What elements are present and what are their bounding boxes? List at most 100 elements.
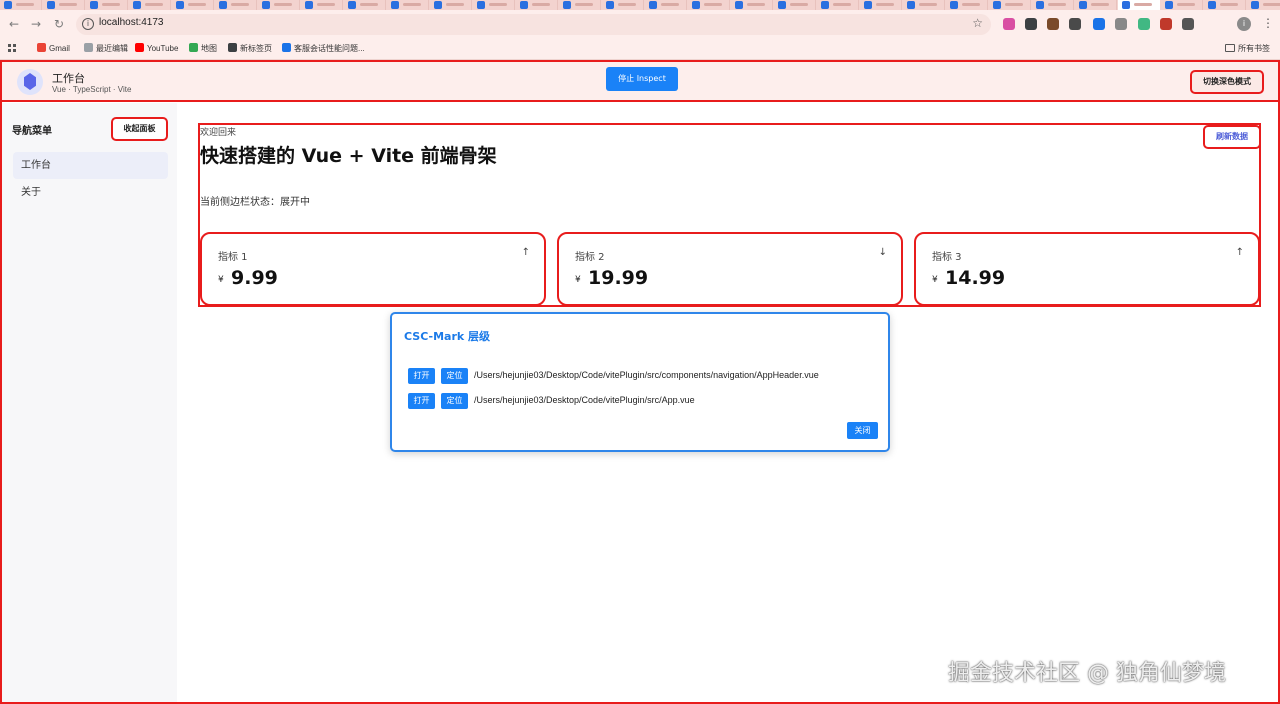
apps-grid-icon[interactable] [8, 44, 17, 53]
extension-icon[interactable] [1160, 18, 1172, 30]
collapse-panel-button[interactable]: 收起面板 [111, 117, 168, 141]
tab-favicon-icon [133, 1, 141, 9]
browser-tab[interactable] [129, 0, 171, 10]
tab-title-placeholder [919, 3, 937, 6]
site-info-icon[interactable]: i [82, 18, 94, 30]
extension-icon[interactable] [1182, 18, 1194, 30]
bookmark-item[interactable]: YouTube [135, 42, 178, 56]
arrow-down-icon: ↓ [878, 247, 887, 258]
extension-icon[interactable] [1069, 18, 1081, 30]
extension-icon[interactable] [1115, 18, 1127, 30]
tab-title-placeholder [962, 3, 980, 6]
browser-tab[interactable] [817, 0, 859, 10]
list-item: 打开 定位 /Users/hejunjie03/Desktop/Code/vit… [408, 393, 878, 409]
browser-tab[interactable] [258, 0, 300, 10]
tab-title-placeholder [403, 3, 421, 6]
csc-mark-dialog: CSC-Mark 层级 打开 定位 /Users/hejunjie03/Desk… [390, 312, 890, 452]
stop-inspect-button[interactable]: 停止 Inspect [606, 67, 678, 91]
bookmark-item[interactable]: 地图 [189, 42, 217, 56]
metric-label: 指标 2 [575, 252, 605, 263]
browser-tab[interactable] [645, 0, 687, 10]
toggle-dark-mode-button[interactable]: 切换深色模式 [1190, 70, 1264, 94]
browser-tab[interactable] [301, 0, 343, 10]
reload-icon[interactable]: ↻ [50, 15, 68, 33]
address-url[interactable]: localhost:4173 [99, 17, 164, 28]
tab-favicon-icon [348, 1, 356, 9]
tab-title-placeholder [317, 3, 335, 6]
tab-favicon-icon [1165, 1, 1173, 9]
tab-favicon-icon [434, 1, 442, 9]
bookmark-label: Gmail [49, 44, 70, 53]
browser-tab[interactable] [688, 0, 730, 10]
browser-tab[interactable] [1032, 0, 1074, 10]
forward-icon[interactable]: → [27, 15, 45, 33]
bookmark-favicon-icon [84, 43, 93, 52]
browser-tab[interactable] [1161, 0, 1203, 10]
browser-tab[interactable] [774, 0, 816, 10]
all-bookmarks-button[interactable]: 所有书签 [1225, 42, 1270, 56]
browser-tab[interactable] [1204, 0, 1246, 10]
browser-tab[interactable] [43, 0, 85, 10]
back-icon[interactable]: ← [5, 15, 23, 33]
tab-title-placeholder [59, 3, 77, 6]
browser-tab[interactable] [731, 0, 773, 10]
browser-tab[interactable] [387, 0, 429, 10]
bookmark-item[interactable]: 最近编辑 [84, 42, 128, 56]
extension-icon[interactable] [1093, 18, 1105, 30]
browser-tab[interactable] [989, 0, 1031, 10]
tab-title-placeholder [188, 3, 206, 6]
browser-tab[interactable] [903, 0, 945, 10]
browser-tab[interactable] [516, 0, 558, 10]
address-bar[interactable]: i localhost:4173 ☆ [76, 14, 991, 35]
tab-favicon-icon [907, 1, 915, 9]
browser-tab[interactable] [602, 0, 644, 10]
refresh-data-button[interactable]: 刷新数据 [1203, 125, 1261, 149]
tab-favicon-icon [563, 1, 571, 9]
tab-title-placeholder [575, 3, 593, 6]
sidebar-title: 导航菜单 [12, 126, 52, 137]
sidebar-item-workbench[interactable]: 工作台 [13, 152, 168, 179]
tab-title-placeholder [489, 3, 507, 6]
tab-favicon-icon [1036, 1, 1044, 9]
open-button[interactable]: 打开 [408, 393, 435, 409]
tab-favicon-icon [864, 1, 872, 9]
bookmark-favicon-icon [228, 43, 237, 52]
browser-tab[interactable] [1247, 0, 1280, 10]
tab-title-placeholder [231, 3, 249, 6]
browser-tab[interactable] [473, 0, 515, 10]
browser-menu-icon[interactable]: ⋮ [1262, 16, 1274, 30]
extension-icon[interactable] [1138, 18, 1150, 30]
extension-icon[interactable] [1003, 18, 1015, 30]
tab-title-placeholder [1263, 3, 1280, 6]
locate-button[interactable]: 定位 [441, 368, 468, 384]
bookmark-star-icon[interactable]: ☆ [972, 16, 983, 30]
bookmark-item[interactable]: 新标签页 [228, 42, 272, 56]
browser-tab[interactable] [344, 0, 386, 10]
sidebar-item-about[interactable]: 关于 [13, 179, 168, 206]
open-button[interactable]: 打开 [408, 368, 435, 384]
browser-tab[interactable] [559, 0, 601, 10]
close-button[interactable]: 关闭 [847, 422, 878, 439]
tab-title-placeholder [1048, 3, 1066, 6]
browser-tab[interactable] [0, 0, 42, 10]
tab-favicon-icon [606, 1, 614, 9]
bookmark-favicon-icon [37, 43, 46, 52]
extension-icon[interactable] [1025, 18, 1037, 30]
bookmark-item[interactable]: Gmail [37, 42, 70, 56]
browser-tab[interactable] [1118, 0, 1160, 10]
bookmark-favicon-icon [282, 43, 291, 52]
list-item: 打开 定位 /Users/hejunjie03/Desktop/Code/vit… [408, 368, 878, 384]
locate-button[interactable]: 定位 [441, 393, 468, 409]
browser-tab[interactable] [86, 0, 128, 10]
browser-tab[interactable] [430, 0, 472, 10]
browser-tab[interactable] [860, 0, 902, 10]
bookmark-item[interactable]: 客服会话性能问题... [282, 42, 365, 56]
browser-tab[interactable] [215, 0, 257, 10]
browser-tab[interactable] [946, 0, 988, 10]
browser-tab[interactable] [1075, 0, 1117, 10]
profile-avatar-icon[interactable]: i [1237, 17, 1251, 31]
extension-icon[interactable] [1047, 18, 1059, 30]
tab-favicon-icon [4, 1, 12, 9]
browser-tab[interactable] [172, 0, 214, 10]
welcome-text: 欢迎回来 [200, 128, 237, 138]
